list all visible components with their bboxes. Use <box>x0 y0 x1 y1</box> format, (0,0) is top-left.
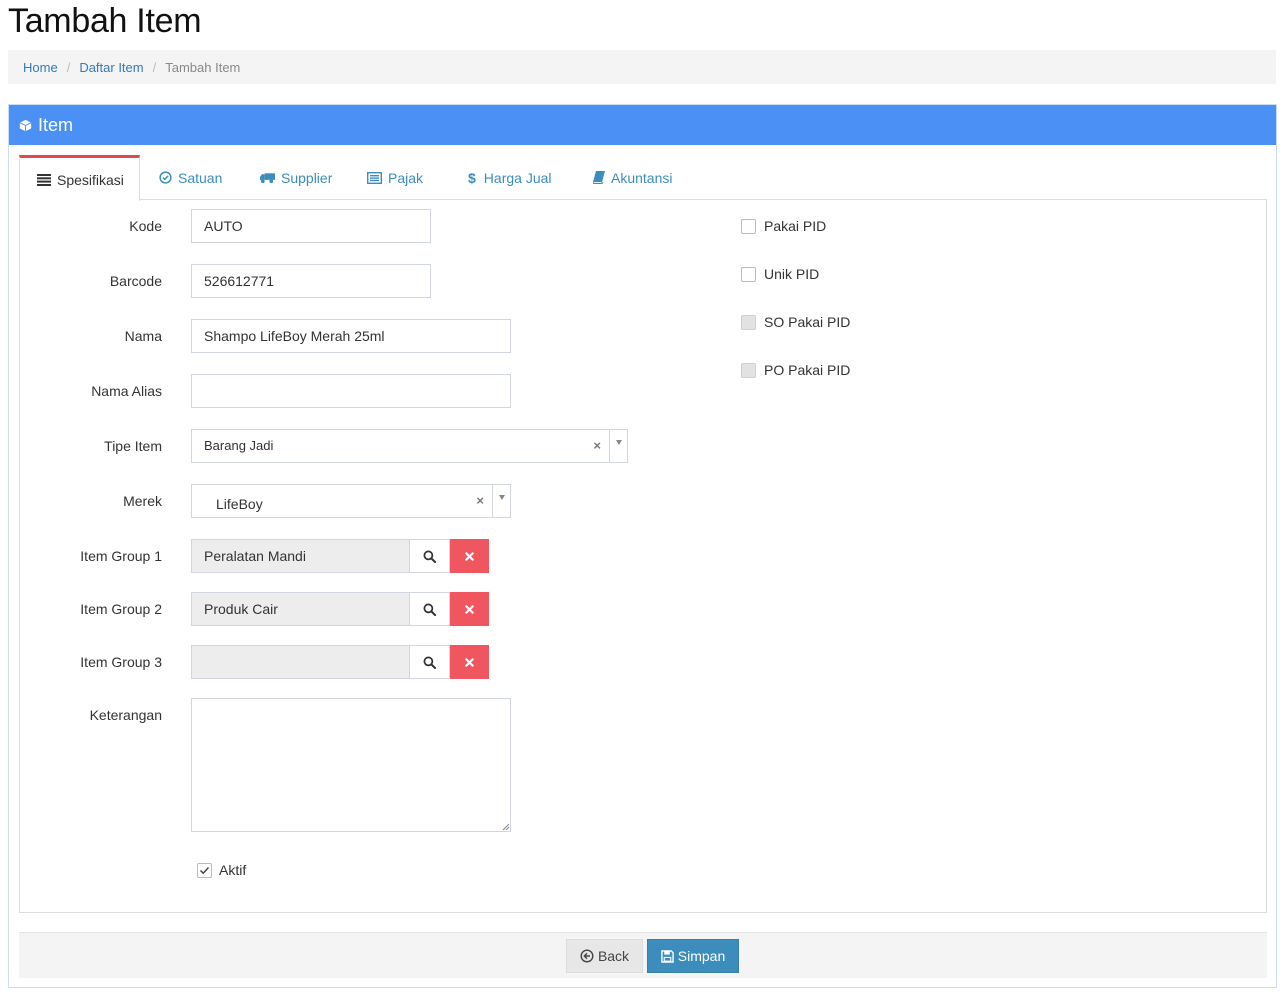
tab-spesifikasi[interactable]: Spesifikasi <box>19 155 140 201</box>
item-group-2-label: Item Group 2 <box>80 601 162 617</box>
tab-pajak[interactable]: Pajak <box>367 155 423 200</box>
item-group-3-field[interactable] <box>191 645 411 679</box>
close-icon <box>465 604 474 614</box>
book-icon <box>593 171 605 184</box>
item-box: Item Spesifikasi Satuan Supplier Pajak $… <box>8 104 1277 988</box>
tab-label: Spesifikasi <box>57 171 124 188</box>
check-circle-icon <box>159 171 172 184</box>
nama-label: Nama <box>124 328 162 344</box>
truck-icon <box>260 172 275 183</box>
tab-label: Akuntansi <box>611 169 673 186</box>
list-icon <box>37 173 51 186</box>
tab-akuntansi[interactable]: Akuntansi <box>593 155 672 200</box>
tipe-item-label: Tipe Item <box>104 438 162 454</box>
unik-pid-label: Unik PID <box>764 266 820 282</box>
tab-label: Harga Jual <box>483 169 552 186</box>
tab-label: Supplier <box>281 169 333 186</box>
back-button-label: Back <box>597 948 630 964</box>
save-button-label: Simpan <box>677 948 726 964</box>
merek-clear-icon[interactable]: × <box>476 493 484 508</box>
resize-handle-icon[interactable] <box>502 823 510 831</box>
item-group-1-label: Item Group 1 <box>80 548 162 564</box>
tipe-item-clear-icon[interactable]: × <box>593 438 601 453</box>
so-pakai-pid-label: SO Pakai PID <box>764 314 851 330</box>
po-pakai-pid-checkbox <box>741 363 756 378</box>
box-header: Item <box>9 105 1276 145</box>
breadcrumb: Home / Daftar Item / Tambah Item <box>8 50 1276 84</box>
barcode-field[interactable]: 526612771 <box>191 264 431 298</box>
chevron-down-icon <box>615 440 622 445</box>
item-group-2-clear-button[interactable] <box>450 592 489 626</box>
merek-value: LifeBoy <box>216 496 263 512</box>
breadcrumb-daftar-item-link[interactable]: Daftar Item <box>79 60 143 75</box>
item-group-1-field[interactable]: Peralatan Mandi <box>191 539 411 573</box>
tab-satuan[interactable]: Satuan <box>159 155 222 200</box>
search-icon <box>423 550 436 563</box>
item-group-1-clear-button[interactable] <box>450 539 489 573</box>
arrow-circle-left-icon <box>580 949 594 963</box>
save-button[interactable]: Simpan <box>647 939 739 973</box>
merek-label: Merek <box>123 493 162 509</box>
tipe-item-select[interactable]: Barang Jadi × <box>191 429 628 463</box>
tab-supplier[interactable]: Supplier <box>260 155 332 200</box>
cube-icon <box>19 119 32 131</box>
search-icon <box>423 603 436 616</box>
keterangan-textarea[interactable] <box>191 698 511 832</box>
search-icon <box>423 656 436 669</box>
tipe-item-dropdown-arrow[interactable] <box>609 430 627 462</box>
page-title: Tambah Item <box>8 2 202 40</box>
nama-alias-field[interactable] <box>191 374 511 408</box>
chevron-down-icon <box>498 495 505 500</box>
dollar-icon: $ <box>468 169 476 186</box>
form-footer: Back Simpan <box>19 932 1267 978</box>
checkmark-icon <box>199 866 210 875</box>
barcode-label: Barcode <box>109 273 162 289</box>
breadcrumb-separator: / <box>66 59 71 75</box>
item-group-3-search-button[interactable] <box>409 645 450 679</box>
item-group-3-label: Item Group 3 <box>80 654 162 670</box>
tab-label: Pajak <box>388 169 424 186</box>
back-button[interactable]: Back <box>566 939 643 973</box>
unik-pid-checkbox[interactable] <box>741 267 756 282</box>
tab-content-spesifikasi: Kode AUTO Barcode 526612771 Nama Shampo … <box>19 199 1267 913</box>
tab-label: Satuan <box>178 169 223 186</box>
breadcrumb-separator: / <box>152 59 157 75</box>
floppy-disk-icon <box>660 949 674 963</box>
po-pakai-pid-label: PO Pakai PID <box>764 362 851 378</box>
tipe-item-value: Barang Jadi <box>204 438 274 453</box>
aktif-label: Aktif <box>219 862 247 878</box>
item-group-2-search-button[interactable] <box>409 592 450 626</box>
tab-bar: Spesifikasi Satuan Supplier Pajak $ Harg… <box>19 155 1267 201</box>
pakai-pid-checkbox[interactable] <box>741 219 756 234</box>
nama-alias-label: Nama Alias <box>91 383 162 399</box>
item-group-1-search-button[interactable] <box>409 539 450 573</box>
kode-field[interactable]: AUTO <box>191 209 431 243</box>
so-pakai-pid-checkbox <box>741 315 756 330</box>
aktif-checkbox[interactable] <box>197 863 212 878</box>
close-icon <box>465 551 474 561</box>
pakai-pid-label: Pakai PID <box>764 218 827 234</box>
nama-field[interactable]: Shampo LifeBoy Merah 25ml <box>191 319 511 353</box>
breadcrumb-current: Tambah Item <box>165 59 241 75</box>
kode-label: Kode <box>129 218 162 234</box>
merek-select[interactable]: LifeBoy × <box>191 484 511 518</box>
box-title: Item <box>38 114 74 135</box>
close-icon <box>465 657 474 667</box>
item-group-3-clear-button[interactable] <box>450 645 489 679</box>
tab-harga-jual[interactable]: $ Harga Jual <box>468 155 552 200</box>
keterangan-label: Keterangan <box>89 707 162 723</box>
list-alt-icon <box>367 171 382 184</box>
item-group-2-field[interactable]: Produk Cair <box>191 592 411 626</box>
merek-dropdown-arrow[interactable] <box>492 485 510 517</box>
breadcrumb-home-link[interactable]: Home <box>23 60 58 75</box>
